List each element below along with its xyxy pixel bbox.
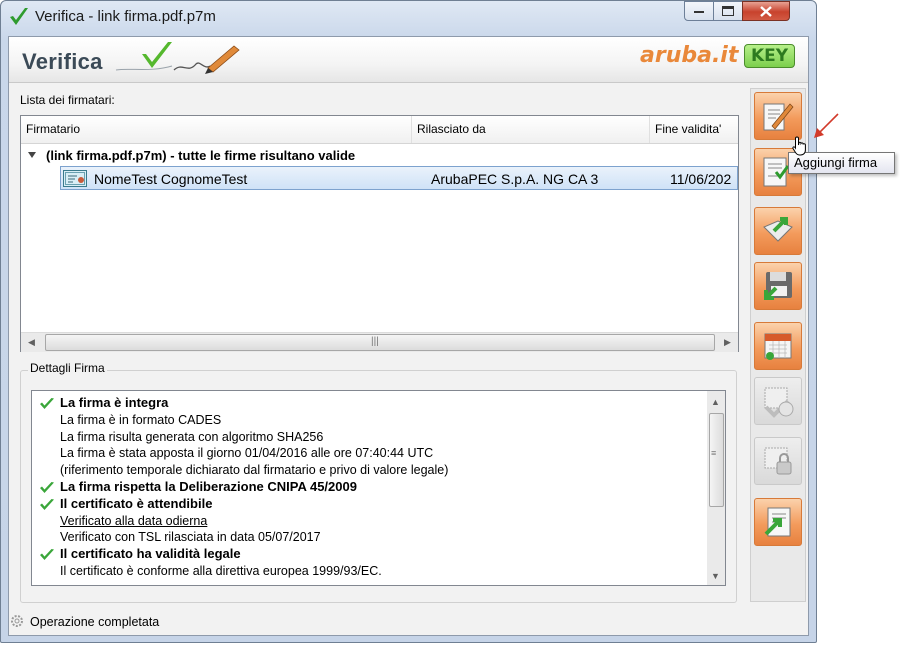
lock-certificate-icon xyxy=(760,443,796,479)
issuer-name: ArubaPEC S.p.A. NG CA 3 xyxy=(431,171,599,187)
detail-text: Il certificato è attendibile xyxy=(60,495,213,511)
column-header-expiry[interactable]: Fine validita' xyxy=(650,116,738,143)
export-report-icon xyxy=(760,504,796,540)
group-row[interactable]: (link firma.pdf.p7m) - tutte le firme ri… xyxy=(28,148,355,163)
toolbar-button-lock-certificate[interactable] xyxy=(754,437,802,485)
window-title: Verifica - link firma.pdf.p7m xyxy=(35,8,216,25)
scroll-up-button[interactable]: ▲ xyxy=(707,393,724,410)
logo-key: KEY xyxy=(744,43,796,68)
extract-document-icon xyxy=(760,213,796,249)
toolbar-button-add-signature[interactable] xyxy=(754,92,802,140)
expiry-date: 11/06/202 xyxy=(670,171,732,187)
details-lines: La firma è integra La firma è in formato … xyxy=(39,395,704,580)
maximize-icon xyxy=(722,6,734,16)
detail-line: Il certificato ha validità legale xyxy=(39,546,704,563)
table-header: Firmatario Rilasciato da Fine validita' xyxy=(21,116,738,144)
vertical-scroll-thumb[interactable]: ≡ xyxy=(709,413,724,507)
detail-line: Il certificato è conforme alla direttiva… xyxy=(39,563,704,580)
check-icon xyxy=(40,549,54,561)
minimize-button[interactable] xyxy=(684,1,714,21)
gear-icon xyxy=(11,615,23,627)
horizontal-scroll-thumb[interactable]: ||| xyxy=(45,334,715,351)
logo-text: aruba.it xyxy=(640,43,739,68)
collapse-triangle-icon[interactable] xyxy=(28,152,36,158)
table-row[interactable]: NomeTest CognomeTest ArubaPEC S.p.A. NG … xyxy=(60,166,738,190)
detail-line: La firma è in formato CADES xyxy=(39,412,704,429)
scroll-down-button[interactable]: ▼ xyxy=(707,567,724,584)
column-header-issuer[interactable]: Rilasciato da xyxy=(412,116,650,143)
grip-icon: ≡ xyxy=(711,448,717,458)
column-header-signer[interactable]: Firmatario xyxy=(21,116,412,143)
detail-line: La firma è stata apposta il giorno 01/04… xyxy=(39,445,704,462)
verify-date-icon xyxy=(760,383,796,419)
page-title: Verifica xyxy=(22,49,103,74)
scroll-left-button[interactable]: ◀ xyxy=(23,334,40,351)
check-icon xyxy=(40,498,54,510)
detail-text: (riferimento temporale dichiarato dal fi… xyxy=(60,463,449,478)
toolbar-button-calendar-timestamp[interactable] xyxy=(754,322,802,370)
maximize-button[interactable] xyxy=(713,1,743,21)
details-label: Dettagli Firma xyxy=(28,361,107,375)
calendar-timestamp-icon xyxy=(760,328,796,364)
save-icon xyxy=(760,268,796,304)
close-icon xyxy=(760,5,772,17)
close-button[interactable] xyxy=(742,1,790,21)
detail-text: La firma risulta generata con algoritmo … xyxy=(60,429,324,444)
grip-icon: ||| xyxy=(371,336,379,347)
toolbar-button-save[interactable] xyxy=(754,262,802,310)
scroll-right-button[interactable]: ▶ xyxy=(719,334,736,351)
detail-text: La firma è in formato CADES xyxy=(60,412,222,427)
check-icon xyxy=(40,481,54,493)
toolbar-button-export-report[interactable] xyxy=(754,498,802,546)
certificate-icon xyxy=(63,170,87,187)
status-text: Operazione completata xyxy=(30,615,160,629)
detail-text: Verificato con TSL rilasciata in data 05… xyxy=(60,530,321,545)
details-panel[interactable]: La firma è integra La firma è in formato … xyxy=(31,390,726,586)
horizontal-scrollbar[interactable]: ◀ ||| ▶ xyxy=(21,332,738,352)
hand-cursor-icon xyxy=(792,136,806,156)
detail-line: La firma è integra xyxy=(39,395,704,412)
toolbar-button-extract-document[interactable] xyxy=(754,207,802,255)
detail-line: La firma risulta generata con algoritmo … xyxy=(39,429,704,446)
signature-pen-icon xyxy=(115,42,240,74)
detail-text: Il certificato ha validità legale xyxy=(60,546,241,562)
detail-line: La firma rispetta la Deliberazione CNIPA… xyxy=(39,479,704,496)
group-label: (link firma.pdf.p7m) - tutte le firme ri… xyxy=(46,148,356,163)
status-bar: Operazione completata xyxy=(10,614,159,629)
signer-name: NomeTest CognomeTest xyxy=(94,171,248,187)
add-signature-icon xyxy=(760,98,796,134)
detail-text: Verificato alla data odierna xyxy=(60,513,208,528)
detail-line: Verificato con TSL rilasciata in data 05… xyxy=(39,529,704,546)
toolbar-button-verify-date[interactable] xyxy=(754,377,802,425)
minimize-icon xyxy=(694,11,704,13)
detail-line[interactable]: Verificato alla data odierna xyxy=(39,513,704,530)
detail-line: (riferimento temporale dichiarato dal fi… xyxy=(39,462,704,479)
check-icon xyxy=(40,398,54,409)
signers-list-label: Lista dei firmatari: xyxy=(20,93,115,107)
aruba-key-logo: aruba.it KEY xyxy=(640,43,796,68)
detail-text: La firma è stata apposta il giorno 01/04… xyxy=(60,446,434,461)
detail-text: Il certificato è conforme alla direttiva… xyxy=(60,563,382,578)
window-controls xyxy=(684,1,808,21)
detail-line: Il certificato è attendibile xyxy=(39,496,704,513)
detail-text: La firma rispetta la Deliberazione CNIPA… xyxy=(60,478,357,494)
vertical-scrollbar[interactable]: ▲ ≡ ▼ xyxy=(707,391,725,585)
detail-text: La firma è integra xyxy=(60,395,169,410)
app-check-icon xyxy=(10,8,28,25)
red-arrow-annotation xyxy=(814,113,839,138)
